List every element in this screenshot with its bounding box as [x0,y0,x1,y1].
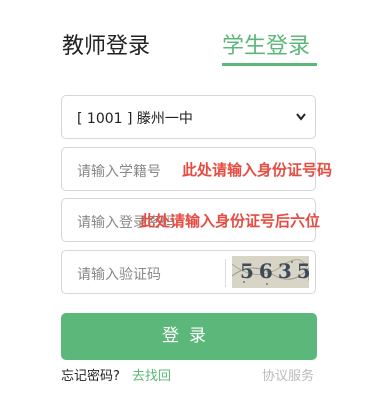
recover-password-link[interactable]: 去找回 [132,365,171,384]
student-id-hint: 此处请输入身份证号码 [182,161,333,179]
chevron-down-icon [295,109,307,129]
school-select[interactable]: [ 1001 ] 滕州一中 [61,95,316,139]
captcha-divider [225,259,226,287]
login-button[interactable]: 登录 [61,313,317,360]
captcha-text: 5635 [240,259,309,283]
active-tab-underline [222,63,317,66]
captcha-input[interactable]: 请输入验证码 5635 [61,250,316,294]
tab-student-login[interactable]: 学生登录 [222,28,310,60]
student-id-placeholder: 请输入学籍号 [77,164,161,180]
captcha-placeholder: 请输入验证码 [77,267,161,283]
captcha-image[interactable]: 5635 [232,256,309,288]
tab-teacher-login[interactable]: 教师登录 [62,28,150,60]
password-hint: 此处请输入身份证号后六位 [140,212,321,230]
school-select-value: [ 1001 ] 滕州一中 [77,111,193,127]
service-agreement-link[interactable]: 协议服务 [262,365,314,384]
forgot-password-text: 忘记密码? [61,369,120,384]
